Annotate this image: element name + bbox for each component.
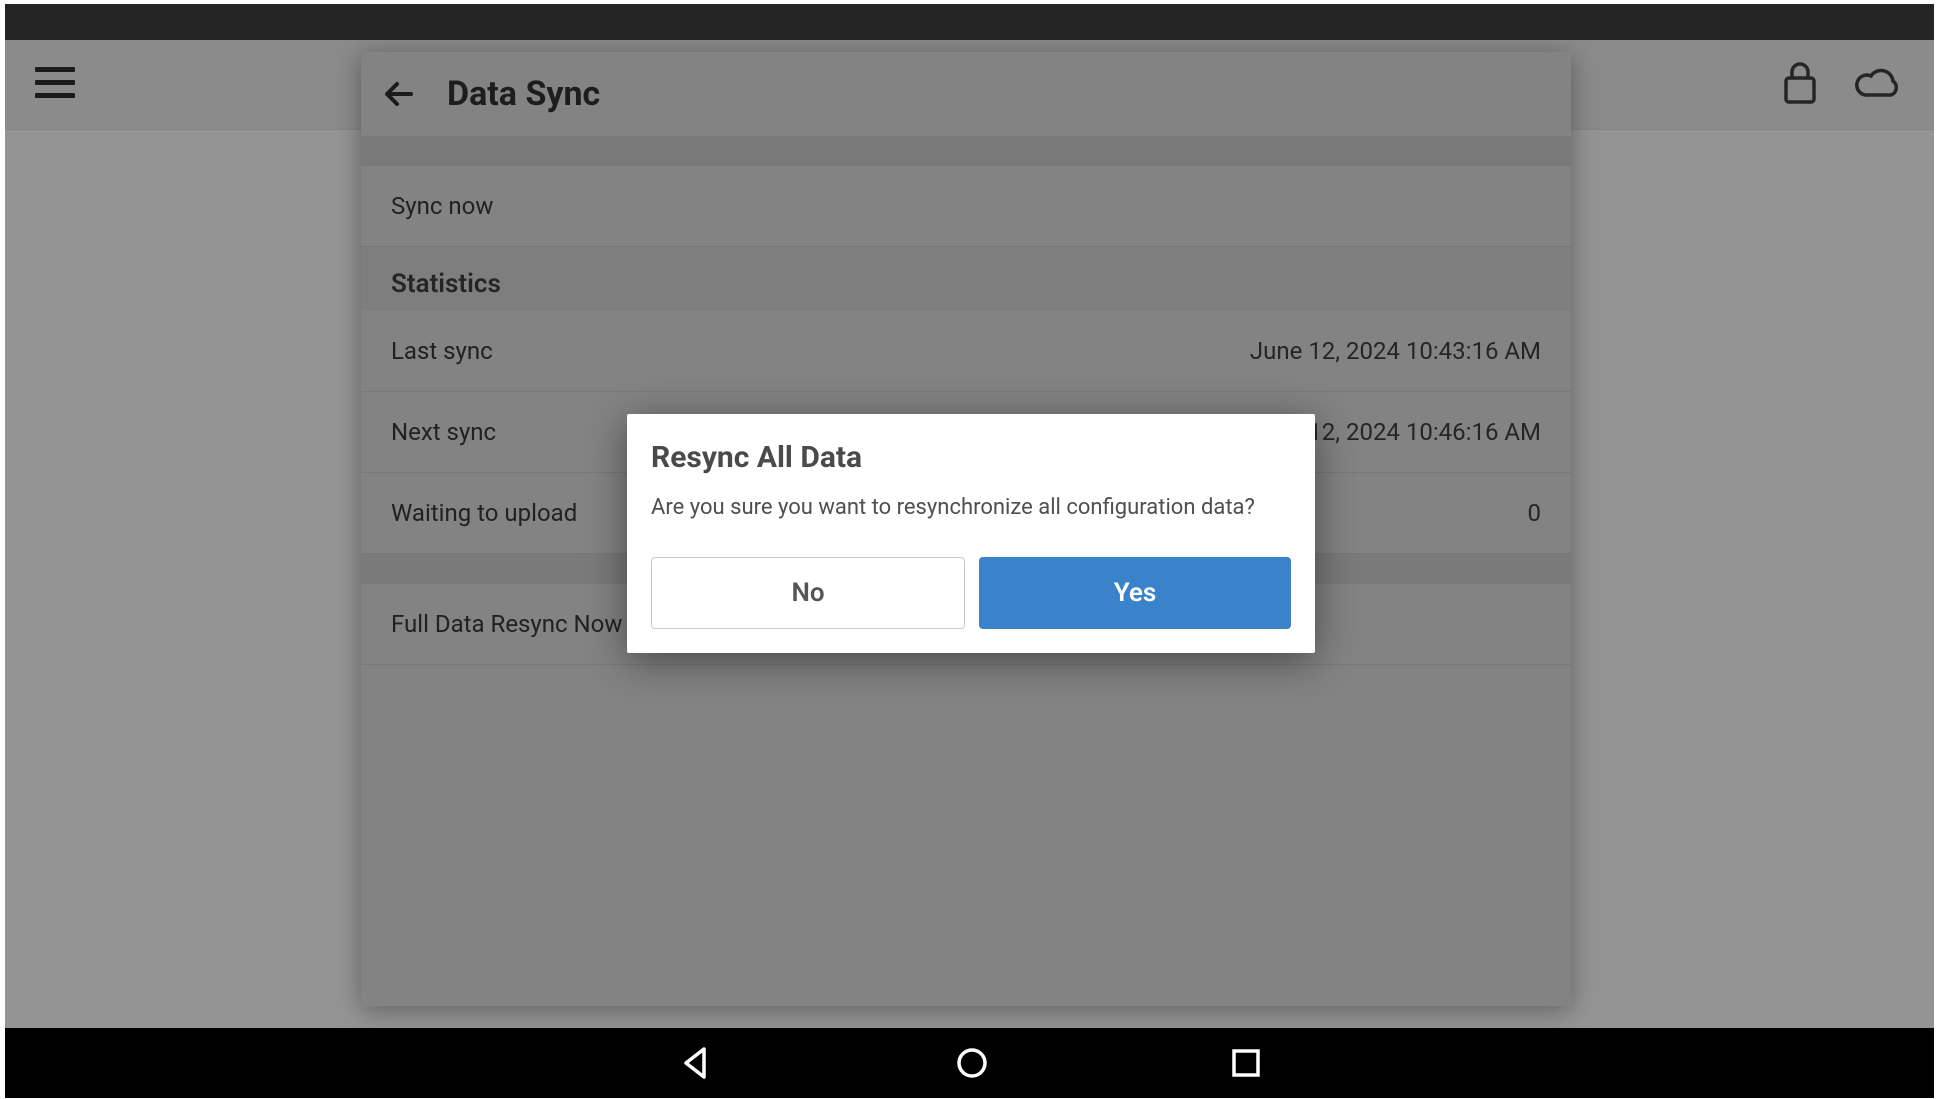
no-button-label: No (791, 578, 824, 608)
yes-button-label: Yes (1114, 578, 1157, 608)
yes-button[interactable]: Yes (979, 557, 1291, 629)
nav-recent-icon[interactable] (1230, 1047, 1262, 1079)
resync-dialog: Resync All Data Are you sure you want to… (627, 414, 1315, 653)
no-button[interactable]: No (651, 557, 965, 629)
android-nav-bar (5, 1028, 1934, 1098)
dialog-message: Are you sure you want to resynchronize a… (651, 493, 1291, 523)
nav-home-icon[interactable] (954, 1045, 990, 1081)
android-status-bar (5, 4, 1934, 40)
dialog-title: Resync All Data (651, 440, 1291, 475)
nav-back-icon[interactable] (678, 1045, 714, 1081)
